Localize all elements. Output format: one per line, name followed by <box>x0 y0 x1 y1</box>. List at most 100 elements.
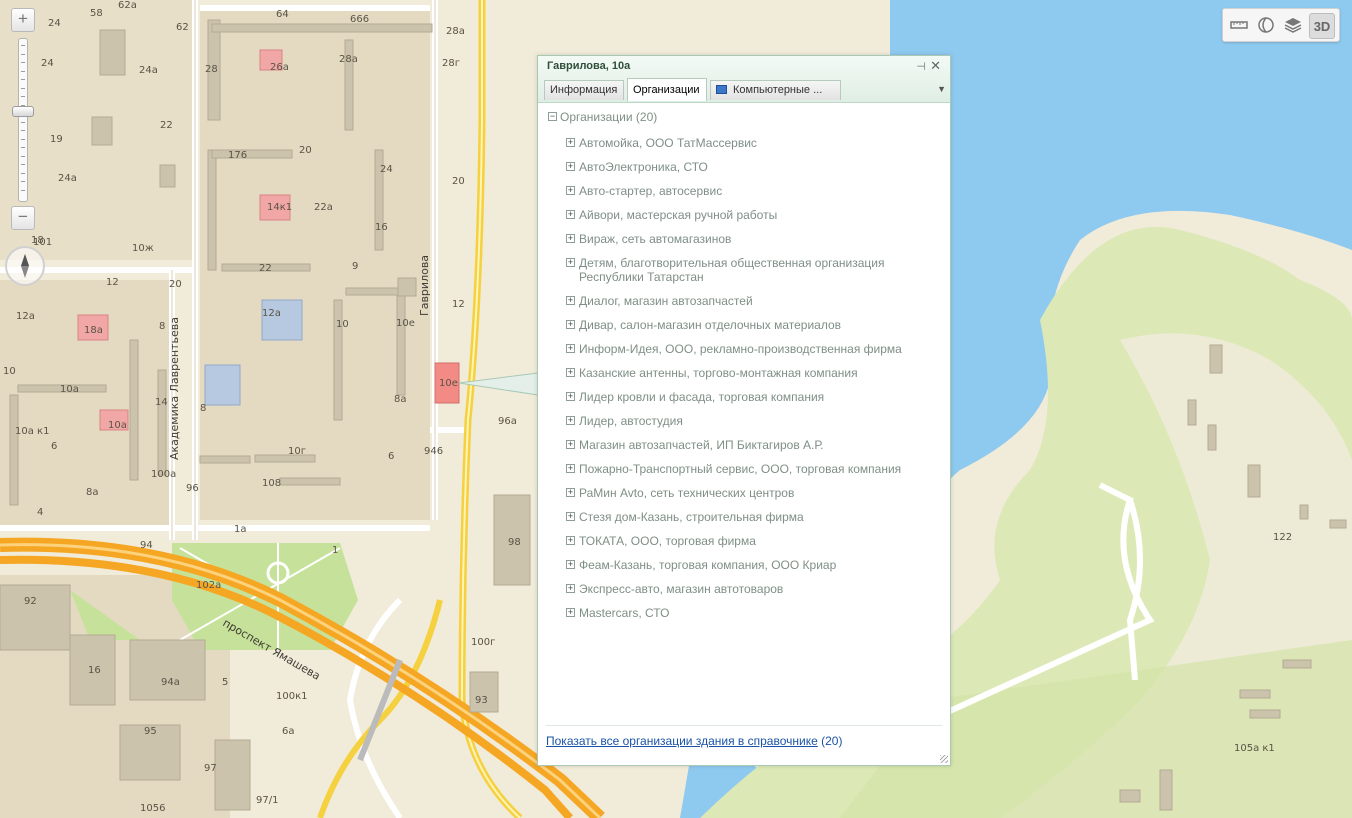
organization-item[interactable]: + Магазин автозапчастей, ИП Биктагиров А.… <box>566 438 942 452</box>
organization-item[interactable]: + Вираж, сеть автомагазинов <box>566 232 942 246</box>
house-number-label: 14к1 <box>267 202 292 213</box>
organization-label: АвтоЭлектроника, СТО <box>579 160 708 174</box>
house-number-label: 10ж <box>132 243 154 254</box>
house-number-label: 97 <box>204 763 217 774</box>
organization-item[interactable]: + Детям, благотворительная общественная о… <box>566 256 942 284</box>
house-number-label: 102а <box>196 580 221 591</box>
tab-info[interactable]: Информация <box>544 80 624 100</box>
zoom-out-button[interactable]: − <box>11 206 35 230</box>
expand-icon[interactable]: + <box>566 344 575 353</box>
zoom-tick <box>21 138 25 140</box>
compass-icon[interactable] <box>5 246 45 286</box>
organization-item[interactable]: + Автомойка, ООО ТатМассервис <box>566 136 942 150</box>
house-number-label: 108 <box>262 478 281 489</box>
expand-icon[interactable]: + <box>566 210 575 219</box>
house-number-label: 100а <box>151 469 176 480</box>
house-number-label: 9 <box>352 261 358 272</box>
organization-item[interactable]: + Лидер кровли и фасада, торговая компани… <box>566 390 942 404</box>
tabs-menu-icon[interactable]: ▼ <box>937 84 946 94</box>
organization-item[interactable]: + АвтоЭлектроника, СТО <box>566 160 942 174</box>
house-number-label: 105а к1 <box>1234 743 1275 754</box>
organization-item[interactable]: + РаМин Avto, сеть технических центров <box>566 486 942 500</box>
expand-icon[interactable]: + <box>566 584 575 593</box>
organization-item[interactable]: + Пожарно-Транспортный сервис, ООО, торго… <box>566 462 942 476</box>
organization-item[interactable]: + Айвори, мастерская ручной работы <box>566 208 942 222</box>
house-number-label: 1056 <box>140 803 165 814</box>
expand-icon[interactable]: + <box>566 296 575 305</box>
expand-icon[interactable]: + <box>566 416 575 425</box>
expand-icon[interactable]: + <box>566 464 575 473</box>
tab-organizations[interactable]: Организации <box>627 78 707 101</box>
expand-icon[interactable]: + <box>566 608 575 617</box>
organization-item[interactable]: + Экспресс-авто, магазин автотоваров <box>566 582 942 596</box>
expand-icon[interactable]: + <box>566 536 575 545</box>
organization-label: Пожарно-Транспортный сервис, ООО, торгов… <box>579 462 902 476</box>
organization-item[interactable]: + Лидер, автостудия <box>566 414 942 428</box>
zoom-slider-track[interactable] <box>18 38 28 202</box>
show-all-organizations-link[interactable]: Показать все организации здания в справо… <box>546 734 818 748</box>
organization-label: Диалог, магазин автозапчастей <box>579 294 753 308</box>
ruler-icon[interactable] <box>1227 13 1251 37</box>
expand-icon[interactable]: + <box>566 440 575 449</box>
house-number-label: 19 <box>50 134 63 145</box>
organization-item[interactable]: + Казанские антенны, торгово-монтажная ко… <box>566 366 942 380</box>
organization-item[interactable]: + Авто-стартер, автосервис <box>566 184 942 198</box>
house-number-label: 12а <box>262 308 281 319</box>
street-label-lavrentyeva: Академика Лаврентьева <box>168 317 181 460</box>
house-number-label: 92 <box>24 596 37 607</box>
house-number-label: 12а <box>16 311 35 322</box>
expand-icon[interactable]: + <box>566 320 575 329</box>
zoom-control: + − <box>8 8 38 230</box>
pin-icon[interactable]: ⊣ <box>916 60 926 73</box>
house-number-label: 8а <box>394 394 407 405</box>
organization-label: ТОКАТА, ООО, торговая фирма <box>579 534 756 548</box>
zoom-tick <box>21 87 25 89</box>
house-number-label: 20 <box>452 176 465 187</box>
house-number-label: 96 <box>186 483 199 494</box>
organization-item[interactable]: + Стезя дом-Казань, строительная фирма <box>566 510 942 524</box>
expand-icon[interactable]: + <box>566 488 575 497</box>
expand-icon[interactable]: + <box>566 234 575 243</box>
zoom-slider-handle[interactable] <box>12 106 34 117</box>
close-icon[interactable]: ✕ <box>930 58 941 74</box>
tree-root[interactable]: − Организации (20) <box>548 110 942 124</box>
expand-icon[interactable]: + <box>566 368 575 377</box>
organization-item[interactable]: + ТОКАТА, ООО, торговая фирма <box>566 534 942 548</box>
organization-item[interactable]: + Mastercars, СТО <box>566 606 942 620</box>
house-number-label: 24а <box>139 65 158 76</box>
house-number-label: 5 <box>222 677 228 688</box>
house-number-label: 6 <box>51 441 57 452</box>
collapse-icon[interactable]: − <box>548 112 557 121</box>
house-number-label: 6а <box>282 726 295 737</box>
expand-icon[interactable]: + <box>566 162 575 171</box>
expand-icon[interactable]: + <box>566 392 575 401</box>
house-number-label: 18а <box>84 325 103 336</box>
organization-label: Казанские антенны, торгово-монтажная ком… <box>579 366 858 380</box>
resize-grip-icon[interactable] <box>940 755 948 763</box>
organization-item[interactable]: + Феам-Казань, торговая компания, ООО Кри… <box>566 558 942 572</box>
expand-icon[interactable]: + <box>566 186 575 195</box>
organization-item[interactable]: + Диалог, магазин автозапчастей <box>566 294 942 308</box>
organization-item[interactable]: + Информ-Идея, ООО, рекламно-производстве… <box>566 342 942 356</box>
traffic-icon[interactable] <box>1254 13 1278 37</box>
house-number-label: 14 <box>155 397 168 408</box>
selected-building-label: 10е <box>439 378 458 389</box>
house-number-label: 10г <box>288 446 306 457</box>
expand-icon[interactable]: + <box>566 138 575 147</box>
popup-header: Гаврилова, 10а ⊣ ✕ Информация Организаци… <box>538 56 950 103</box>
house-number-label: 10а <box>108 420 127 431</box>
expand-icon[interactable]: + <box>566 258 575 267</box>
expand-icon[interactable]: + <box>566 512 575 521</box>
layers-icon[interactable] <box>1281 13 1305 37</box>
monitor-icon <box>716 85 727 94</box>
tab-computers[interactable]: Компьютерные ... <box>710 80 841 100</box>
organization-label: Авто-стартер, автосервис <box>579 184 723 198</box>
zoom-in-button[interactable]: + <box>11 8 35 32</box>
3d-button[interactable]: 3D <box>1309 13 1335 39</box>
expand-icon[interactable]: + <box>566 560 575 569</box>
organization-item[interactable]: + Дивар, салон-магазин отделочных материа… <box>566 318 942 332</box>
house-number-label: 8 <box>159 321 165 332</box>
show-all-count: (20) <box>821 734 843 748</box>
house-number-label: 62а <box>118 0 137 11</box>
zoom-tick <box>21 181 25 182</box>
